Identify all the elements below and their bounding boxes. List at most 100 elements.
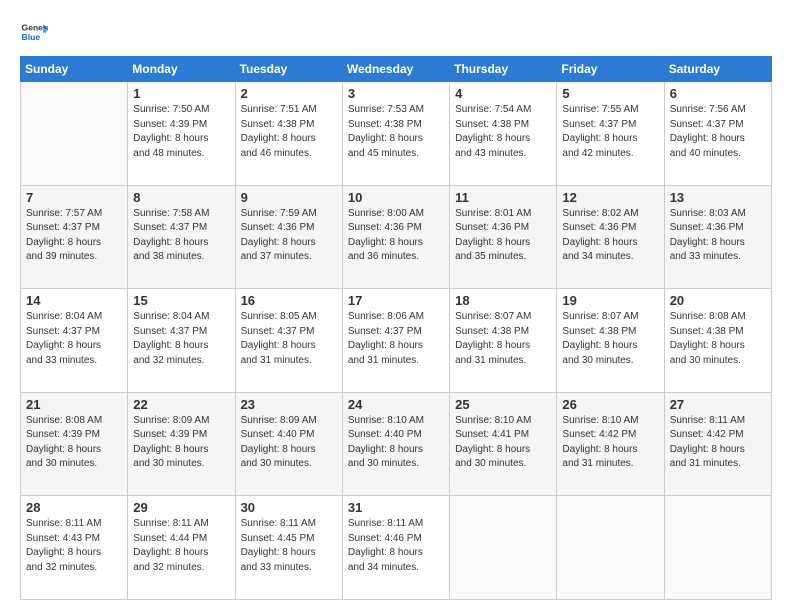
header: General Blue	[20, 18, 772, 46]
calendar-week-4: 21 Sunrise: 8:08 AMSunset: 4:39 PMDayligh…	[21, 392, 772, 496]
calendar-cell: 5 Sunrise: 7:55 AMSunset: 4:37 PMDaylight…	[557, 82, 664, 186]
day-number: 6	[670, 86, 766, 101]
calendar-cell: 9Sunrise: 7:59 AMSunset: 4:36 PMDaylight…	[235, 185, 342, 289]
day-number: 2	[241, 86, 337, 101]
calendar-cell: 13 Sunrise: 8:03 AMSunset: 4:36 PMDayligh…	[664, 185, 771, 289]
calendar-cell: 22Sunrise: 8:09 AMSunset: 4:39 PMDayligh…	[128, 392, 235, 496]
weekday-header-row: SundayMondayTuesdayWednesdayThursdayFrid…	[21, 57, 772, 82]
day-number: 16	[241, 293, 337, 308]
day-number: 14	[26, 293, 122, 308]
calendar-cell: 4 Sunrise: 7:54 AMSunset: 4:38 PMDaylight…	[450, 82, 557, 186]
calendar-week-5: 28 Sunrise: 8:11 AMSunset: 4:43 PMDayligh…	[21, 496, 772, 600]
calendar-cell: 2 Sunrise: 7:51 AMSunset: 4:38 PMDaylight…	[235, 82, 342, 186]
day-number: 29	[133, 500, 229, 515]
calendar-cell: 31Sunrise: 8:11 AMSunset: 4:46 PMDayligh…	[342, 496, 449, 600]
calendar-cell: 19Sunrise: 8:07 AMSunset: 4:38 PMDayligh…	[557, 289, 664, 393]
calendar-cell	[450, 496, 557, 600]
day-info: Sunrise: 8:06 AMSunset: 4:37 PMDaylight:…	[348, 310, 444, 368]
day-number: 8	[133, 190, 229, 205]
day-info: Sunrise: 8:03 AMSunset: 4:36 PMDaylight:…	[670, 207, 766, 265]
calendar-cell: 29 Sunrise: 8:11 AMSunset: 4:44 PMDayligh…	[128, 496, 235, 600]
day-number: 12	[562, 190, 658, 205]
day-number: 19	[562, 293, 658, 308]
calendar-cell	[557, 496, 664, 600]
day-number: 25	[455, 397, 551, 412]
day-info: Sunrise: 8:09 AMSunset: 4:40 PMDaylight:…	[241, 414, 337, 472]
day-info: Sunrise: 7:55 AMSunset: 4:37 PMDaylight:…	[562, 103, 658, 161]
calendar-cell: 17 Sunrise: 8:06 AMSunset: 4:37 PMDayligh…	[342, 289, 449, 393]
calendar-week-2: 7 Sunrise: 7:57 AMSunset: 4:37 PMDaylight…	[21, 185, 772, 289]
calendar-cell: 27Sunrise: 8:11 AMSunset: 4:42 PMDayligh…	[664, 392, 771, 496]
weekday-header-thursday: Thursday	[450, 57, 557, 82]
day-number: 9	[241, 190, 337, 205]
day-number: 4	[455, 86, 551, 101]
day-info: Sunrise: 8:10 AMSunset: 4:41 PMDaylight:…	[455, 414, 551, 472]
calendar-cell: 14 Sunrise: 8:04 AMSunset: 4:37 PMDayligh…	[21, 289, 128, 393]
day-number: 24	[348, 397, 444, 412]
day-info: Sunrise: 7:56 AMSunset: 4:37 PMDaylight:…	[670, 103, 766, 161]
day-info: Sunrise: 8:00 AMSunset: 4:36 PMDaylight:…	[348, 207, 444, 265]
day-info: Sunrise: 8:05 AMSunset: 4:37 PMDaylight:…	[241, 310, 337, 368]
calendar-cell: 28 Sunrise: 8:11 AMSunset: 4:43 PMDayligh…	[21, 496, 128, 600]
day-info: Sunrise: 8:11 AMSunset: 4:45 PMDaylight:…	[241, 517, 337, 575]
calendar-table: SundayMondayTuesdayWednesdayThursdayFrid…	[20, 56, 772, 600]
day-info: Sunrise: 8:08 AMSunset: 4:39 PMDaylight:…	[26, 414, 122, 472]
day-number: 13	[670, 190, 766, 205]
day-number: 5	[562, 86, 658, 101]
day-number: 1	[133, 86, 229, 101]
day-info: Sunrise: 8:08 AMSunset: 4:38 PMDaylight:…	[670, 310, 766, 368]
day-number: 18	[455, 293, 551, 308]
calendar-cell: 24 Sunrise: 8:10 AMSunset: 4:40 PMDayligh…	[342, 392, 449, 496]
weekday-header-tuesday: Tuesday	[235, 57, 342, 82]
day-info: Sunrise: 8:04 AMSunset: 4:37 PMDaylight:…	[26, 310, 122, 368]
day-info: Sunrise: 8:11 AMSunset: 4:44 PMDaylight:…	[133, 517, 229, 575]
day-info: Sunrise: 8:11 AMSunset: 4:42 PMDaylight:…	[670, 414, 766, 472]
weekday-header-sunday: Sunday	[21, 57, 128, 82]
day-info: Sunrise: 8:02 AMSunset: 4:36 PMDaylight:…	[562, 207, 658, 265]
calendar-week-3: 14 Sunrise: 8:04 AMSunset: 4:37 PMDayligh…	[21, 289, 772, 393]
page: General Blue SundayMondayTuesdayWednesda…	[0, 0, 792, 612]
logo: General Blue	[20, 18, 48, 46]
calendar-cell: 23 Sunrise: 8:09 AMSunset: 4:40 PMDayligh…	[235, 392, 342, 496]
calendar-cell: 20 Sunrise: 8:08 AMSunset: 4:38 PMDayligh…	[664, 289, 771, 393]
calendar-cell	[21, 82, 128, 186]
weekday-header-saturday: Saturday	[664, 57, 771, 82]
day-info: Sunrise: 8:04 AMSunset: 4:37 PMDaylight:…	[133, 310, 229, 368]
day-number: 17	[348, 293, 444, 308]
calendar-cell: 1Sunrise: 7:50 AMSunset: 4:39 PMDaylight…	[128, 82, 235, 186]
day-number: 28	[26, 500, 122, 515]
day-info: Sunrise: 7:54 AMSunset: 4:38 PMDaylight:…	[455, 103, 551, 161]
weekday-header-wednesday: Wednesday	[342, 57, 449, 82]
calendar-cell: 10Sunrise: 8:00 AMSunset: 4:36 PMDayligh…	[342, 185, 449, 289]
day-number: 21	[26, 397, 122, 412]
day-info: Sunrise: 7:53 AMSunset: 4:38 PMDaylight:…	[348, 103, 444, 161]
calendar-cell	[664, 496, 771, 600]
day-number: 20	[670, 293, 766, 308]
day-number: 15	[133, 293, 229, 308]
calendar-cell: 12 Sunrise: 8:02 AMSunset: 4:36 PMDayligh…	[557, 185, 664, 289]
logo-icon: General Blue	[20, 18, 48, 46]
day-number: 11	[455, 190, 551, 205]
calendar-cell: 30Sunrise: 8:11 AMSunset: 4:45 PMDayligh…	[235, 496, 342, 600]
weekday-header-monday: Monday	[128, 57, 235, 82]
day-number: 22	[133, 397, 229, 412]
day-info: Sunrise: 7:51 AMSunset: 4:38 PMDaylight:…	[241, 103, 337, 161]
calendar-cell: 3 Sunrise: 7:53 AMSunset: 4:38 PMDaylight…	[342, 82, 449, 186]
day-info: Sunrise: 7:58 AMSunset: 4:37 PMDaylight:…	[133, 207, 229, 265]
day-info: Sunrise: 8:07 AMSunset: 4:38 PMDaylight:…	[455, 310, 551, 368]
weekday-header-friday: Friday	[557, 57, 664, 82]
calendar-cell: 7 Sunrise: 7:57 AMSunset: 4:37 PMDaylight…	[21, 185, 128, 289]
day-number: 26	[562, 397, 658, 412]
day-info: Sunrise: 7:57 AMSunset: 4:37 PMDaylight:…	[26, 207, 122, 265]
calendar-cell: 15 Sunrise: 8:04 AMSunset: 4:37 PMDayligh…	[128, 289, 235, 393]
day-number: 23	[241, 397, 337, 412]
day-number: 7	[26, 190, 122, 205]
calendar-week-1: 1Sunrise: 7:50 AMSunset: 4:39 PMDaylight…	[21, 82, 772, 186]
day-number: 3	[348, 86, 444, 101]
calendar-cell: 6 Sunrise: 7:56 AMSunset: 4:37 PMDaylight…	[664, 82, 771, 186]
day-info: Sunrise: 8:11 AMSunset: 4:43 PMDaylight:…	[26, 517, 122, 575]
calendar-cell: 11Sunrise: 8:01 AMSunset: 4:36 PMDayligh…	[450, 185, 557, 289]
day-info: Sunrise: 8:10 AMSunset: 4:42 PMDaylight:…	[562, 414, 658, 472]
day-info: Sunrise: 8:10 AMSunset: 4:40 PMDaylight:…	[348, 414, 444, 472]
calendar-cell: 26 Sunrise: 8:10 AMSunset: 4:42 PMDayligh…	[557, 392, 664, 496]
